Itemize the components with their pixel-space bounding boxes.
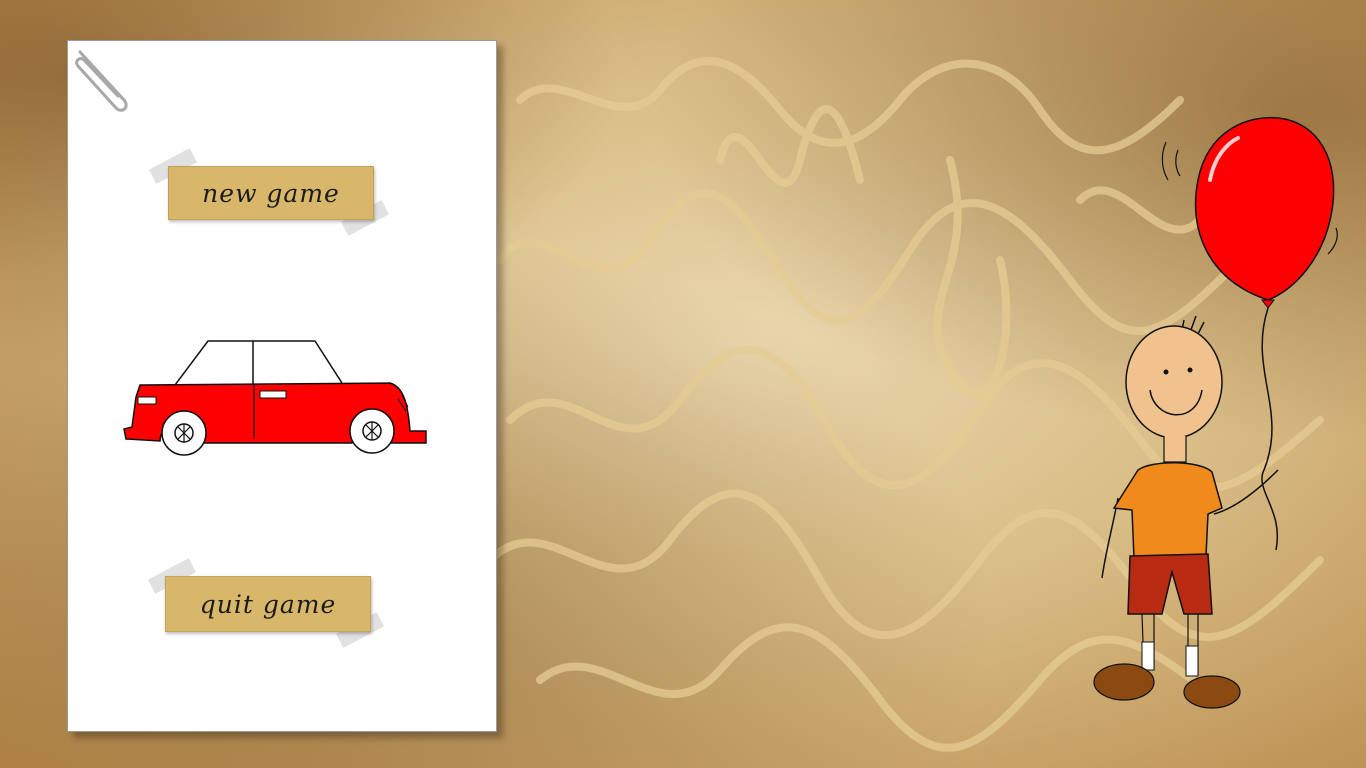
car-illustration — [123, 340, 427, 456]
new-game-label: new game — [168, 166, 374, 220]
new-game-button[interactable]: new game — [148, 148, 390, 236]
boy-with-balloon-illustration — [1093, 116, 1338, 709]
quit-game-label: quit game — [165, 576, 371, 632]
quit-game-button[interactable]: quit game — [147, 558, 385, 648]
paperclip-icon — [75, 50, 128, 112]
